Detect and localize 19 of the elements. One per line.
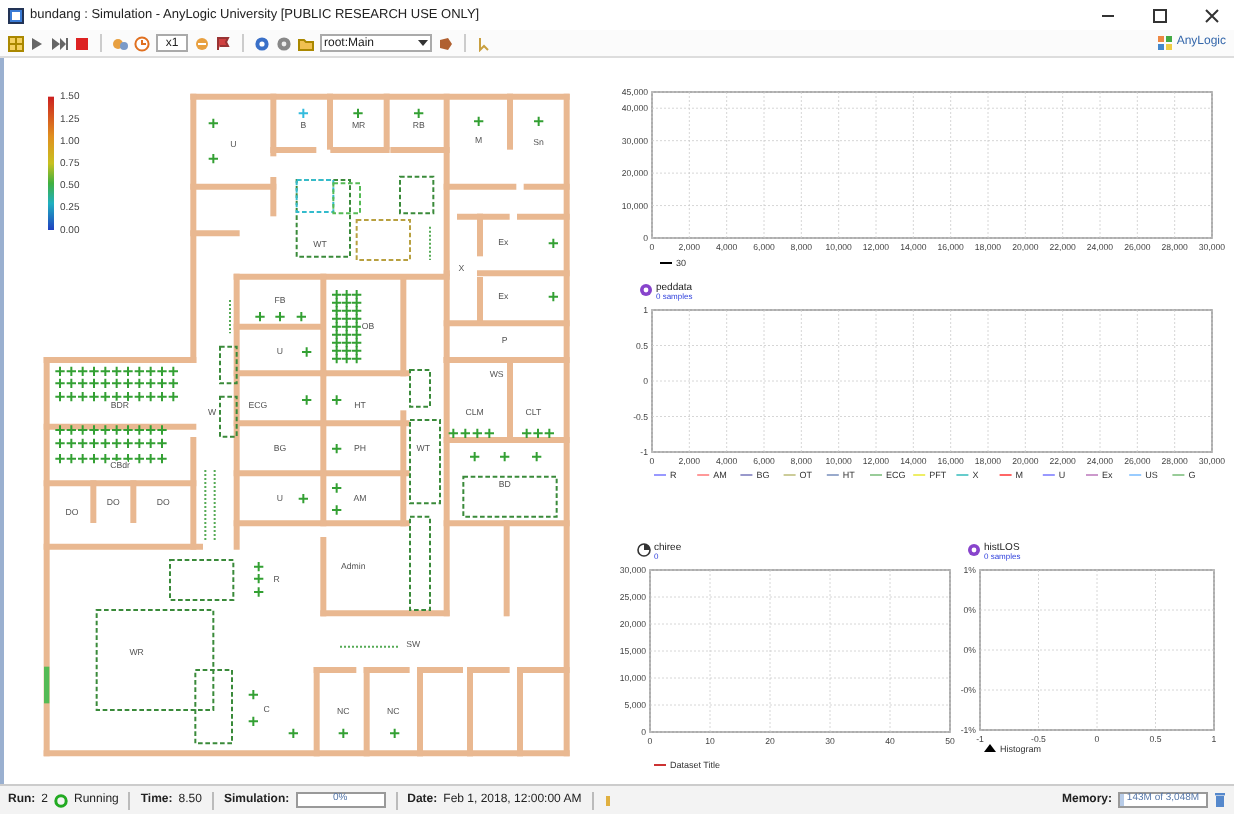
caret-icon xyxy=(418,39,428,47)
statistics-icon xyxy=(640,284,652,296)
play-icon[interactable] xyxy=(30,35,46,51)
stop-icon[interactable] xyxy=(74,35,90,51)
flag-icon[interactable] xyxy=(216,35,232,51)
layout-button[interactable] xyxy=(8,35,24,51)
settings-icon[interactable] xyxy=(276,35,292,51)
close-icon xyxy=(1204,7,1220,23)
running-icon xyxy=(54,793,69,807)
logo-icon xyxy=(1158,36,1173,50)
app-icon xyxy=(8,7,24,23)
maximize-icon xyxy=(1152,7,1168,23)
dataset-icon xyxy=(637,543,651,557)
statistics-icon xyxy=(968,544,980,556)
step-icon[interactable] xyxy=(52,35,68,51)
trash-icon[interactable] xyxy=(1214,792,1226,808)
folder-icon[interactable] xyxy=(298,35,314,51)
color-scale-bar xyxy=(48,96,54,230)
clock-icon[interactable] xyxy=(134,35,150,51)
